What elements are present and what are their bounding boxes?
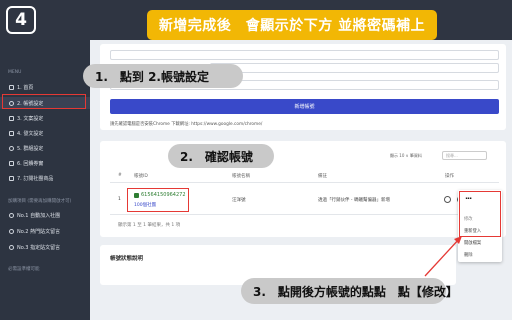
sidebar-item-hot-comments[interactable]: No.2 熱門貼文留言 xyxy=(0,225,90,237)
dropdown-item-delete[interactable]: 刪除 xyxy=(464,252,473,258)
sidebar-item-label: 6. 回饋券實 xyxy=(17,160,44,167)
highlight-account-settings xyxy=(2,94,86,109)
sidebar-item-label: 4. 發文設定 xyxy=(17,130,44,137)
status-section-title: 帳號狀態說明 xyxy=(110,256,144,262)
col-header-remark: 備註 xyxy=(318,174,327,179)
cart-icon xyxy=(9,175,14,181)
step-number-badge: 4 xyxy=(6,6,36,34)
sidebar-item-label: No.1 自動加入社團 xyxy=(17,212,61,219)
sidebar-item-label: 7. 訂閱社團商品 xyxy=(17,175,54,182)
sidebar-item-label: No.2 熱門貼文留言 xyxy=(17,228,61,235)
page-size-select[interactable]: 顯示 10 ∨ 筆資料 xyxy=(390,153,422,159)
callout-step-1: 1. 點到 2.帳號設定 xyxy=(83,64,243,88)
table-search-input[interactable]: 搜尋... xyxy=(442,151,487,160)
account-input[interactable] xyxy=(110,50,499,60)
col-header-account-name: 帳號名稱 xyxy=(232,174,250,179)
group-icon xyxy=(9,145,14,151)
sidebar-item-label: 5. 群組設定 xyxy=(17,145,44,152)
sidebar-item-home[interactable]: 1. 首頁 xyxy=(0,81,90,93)
sidebar-item-label: 3. 文案設定 xyxy=(17,115,44,122)
table-summary: 顯示第 1 至 1 筆結果，共 1 項 xyxy=(118,223,181,228)
sidebar: MENU 1. 首頁 2. 帳號設定 3. 文案設定 4. 發文設定 5. 群組… xyxy=(0,40,90,320)
sidebar-item-group-settings[interactable]: 5. 群組設定 xyxy=(0,142,90,154)
sidebar-item-target-comments[interactable]: No.3 指定貼文留言 xyxy=(0,241,90,253)
instruction-headline: 新增完成後 會顯示於下方 並將密碼補上 xyxy=(147,10,437,40)
document-icon xyxy=(9,115,14,121)
robot-icon xyxy=(9,228,14,234)
col-header-actions: 操作 xyxy=(445,174,454,179)
add-account-button[interactable]: 新增帳號 xyxy=(110,99,499,114)
home-icon xyxy=(9,84,14,90)
send-icon xyxy=(9,130,14,136)
sidebar-item-label: No.3 指定貼文留言 xyxy=(17,244,61,251)
highlight-menu xyxy=(459,191,501,237)
robot-icon xyxy=(9,212,14,218)
remark-cell: 透過「行銷伙伴 - 螞蟻幫偏器」新增 xyxy=(318,198,390,203)
password-input[interactable] xyxy=(210,63,499,73)
sidebar-item-label: 1. 首頁 xyxy=(17,84,34,91)
row-divider xyxy=(110,214,499,215)
chrome-hint: 請先確認電腦是否安裝Chrome 下載網址: https://www.googl… xyxy=(110,122,263,127)
header-divider xyxy=(110,182,499,183)
highlight-account-id xyxy=(127,188,189,212)
col-header-account-id: 帳號ID xyxy=(134,174,148,179)
callout-step-2: 2. 確認帳號 xyxy=(168,144,274,168)
callout-step-3: 3. 點開後方帳號的點點 點【修改】 xyxy=(241,278,458,304)
sidebar-required-label: 必需設準權可能 xyxy=(8,267,40,272)
sidebar-item-auto-join[interactable]: No.1 自動加入社團 xyxy=(0,209,90,221)
ticket-icon xyxy=(9,160,14,166)
row-index: 1 xyxy=(118,197,121,202)
dropdown-item-open-file[interactable]: 開啟檔案 xyxy=(464,240,481,246)
account-name-cell: 汪洋號 xyxy=(232,198,246,203)
sidebar-item-post-settings[interactable]: 4. 發文設定 xyxy=(0,127,90,139)
refresh-icon[interactable] xyxy=(444,196,451,203)
sidebar-item-copy-settings[interactable]: 3. 文案設定 xyxy=(0,112,90,124)
sidebar-item-subscriptions[interactable]: 7. 訂閱社團商品 xyxy=(0,172,90,184)
robot-icon xyxy=(9,244,14,250)
sidebar-item-feedback[interactable]: 6. 回饋券實 xyxy=(0,157,90,169)
sidebar-menu-label: MENU xyxy=(8,70,22,75)
sidebar-addon-label: 加購項目 (需要再加購開啟才可) xyxy=(8,199,72,204)
col-header-index: # xyxy=(118,173,122,178)
